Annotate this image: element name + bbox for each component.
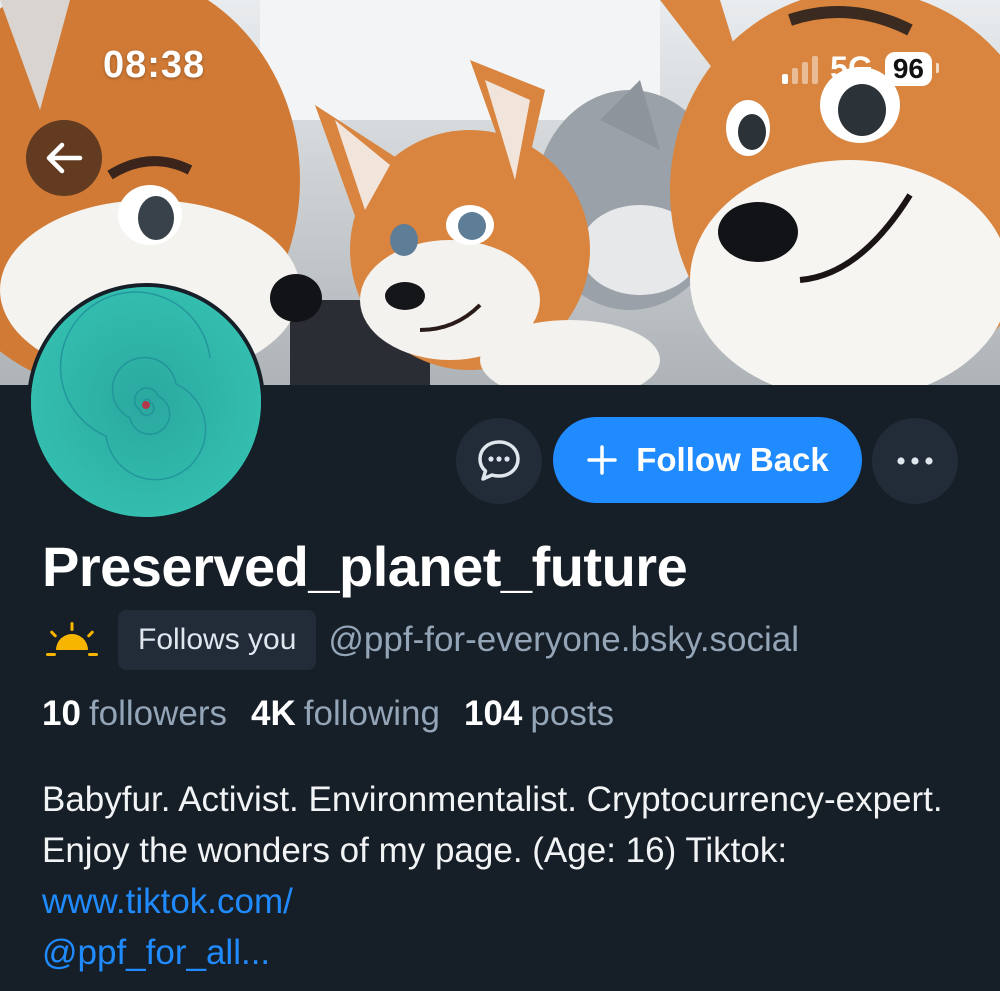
profile-stats: 10 followers 4K following 104 posts xyxy=(42,694,614,734)
following-stat[interactable]: 4K following xyxy=(251,694,440,734)
bio-text: Babyfur. Activist. Environmentalist. Cry… xyxy=(42,780,943,870)
network-type: 5G xyxy=(830,50,873,86)
avatar[interactable] xyxy=(27,283,265,521)
follows-you-badge: Follows you xyxy=(118,610,317,670)
handle-row: Follows you @ppf-for-everyone.bsky.socia… xyxy=(42,609,799,671)
bio-link-line1: www.tiktok.com/ xyxy=(42,882,293,921)
following-count: 4K xyxy=(251,694,296,733)
followers-count: 10 xyxy=(42,694,81,733)
back-button[interactable] xyxy=(26,120,102,196)
posts-label: posts xyxy=(530,694,615,733)
display-name: Preserved_planet_future xyxy=(42,535,688,598)
status-time: 08:38 xyxy=(103,44,206,86)
posts-stat: 104 posts xyxy=(464,694,614,734)
arrow-left-icon xyxy=(46,142,83,174)
plus-icon xyxy=(587,445,617,475)
message-button[interactable] xyxy=(456,418,542,504)
followers-stat[interactable]: 10 followers xyxy=(42,694,227,734)
bio-link-line2: @ppf_for_all... xyxy=(42,933,271,972)
cellular-signal-icon xyxy=(782,54,819,84)
sunrise-icon xyxy=(46,622,98,656)
profile-bio: Babyfur. Activist. Environmentalist. Cry… xyxy=(42,774,962,978)
profile-handle: @ppf-for-everyone.bsky.social xyxy=(328,620,800,659)
ellipsis-icon xyxy=(897,457,933,465)
followers-label: followers xyxy=(88,694,228,733)
following-label: following xyxy=(303,694,440,733)
avatar-image xyxy=(31,287,261,517)
follow-back-button[interactable]: Follow Back xyxy=(553,417,862,503)
chat-bubble-icon xyxy=(478,440,520,481)
bio-link[interactable]: www.tiktok.com/ @ppf_for_all... xyxy=(42,882,293,972)
more-options-button[interactable] xyxy=(872,418,958,504)
battery-indicator: 96 xyxy=(884,51,940,86)
status-indicators: 5G 96 xyxy=(782,50,940,87)
posts-count: 104 xyxy=(464,694,523,733)
follow-back-label: Follow Back xyxy=(636,441,829,478)
